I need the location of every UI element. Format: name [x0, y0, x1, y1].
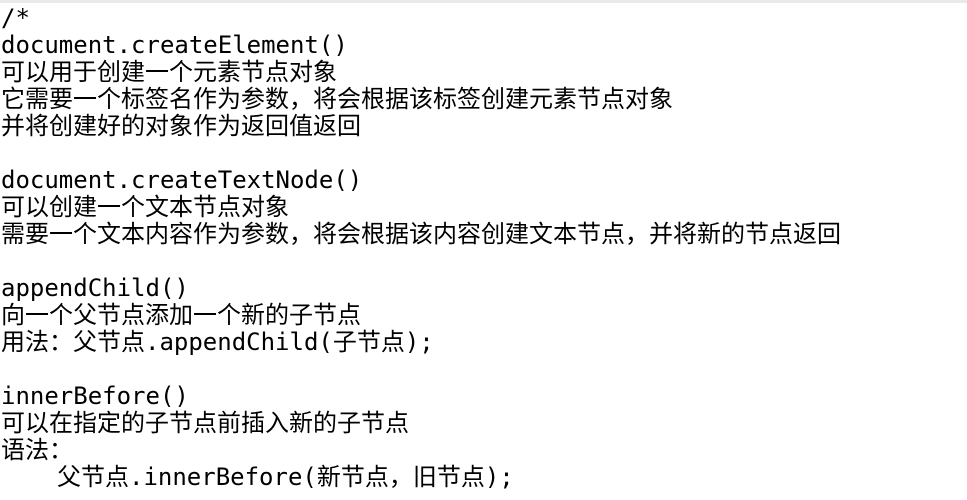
code-editor[interactable]: /* document.createElement() 可以用于创建一个元素节点…	[1, 5, 963, 491]
create-text-node-desc-1: 可以创建一个文本节点对象	[1, 194, 289, 221]
create-element-signature: document.createElement()	[1, 32, 348, 59]
comment-open: /*	[1, 5, 30, 32]
create-element-desc-3: 并将创建好的对象作为返回值返回	[1, 113, 361, 140]
create-element-desc-2: 它需要一个标签名作为参数，将会根据该标签创建元素节点对象	[1, 86, 673, 113]
append-child-usage: 用法：父节点.appendChild(子节点);	[1, 329, 434, 356]
create-text-node-desc-2: 需要一个文本内容作为参数，将会根据该内容创建文本节点，并将新的节点返回	[1, 221, 841, 248]
append-child-desc-1: 向一个父节点添加一个新的子节点	[1, 302, 361, 329]
append-child-signature: appendChild()	[1, 275, 189, 302]
create-element-desc-1: 可以用于创建一个元素节点对象	[1, 59, 337, 86]
create-text-node-signature: document.createTextNode()	[1, 167, 363, 194]
inner-before-signature: innerBefore()	[1, 383, 189, 410]
inner-before-syntax: 父节点.innerBefore(新节点，旧节点);	[57, 464, 514, 491]
inner-before-desc-1: 可以在指定的子节点前插入新的子节点	[1, 410, 409, 437]
top-divider	[0, 0, 967, 3]
inner-before-syntax-label: 语法：	[1, 437, 73, 464]
